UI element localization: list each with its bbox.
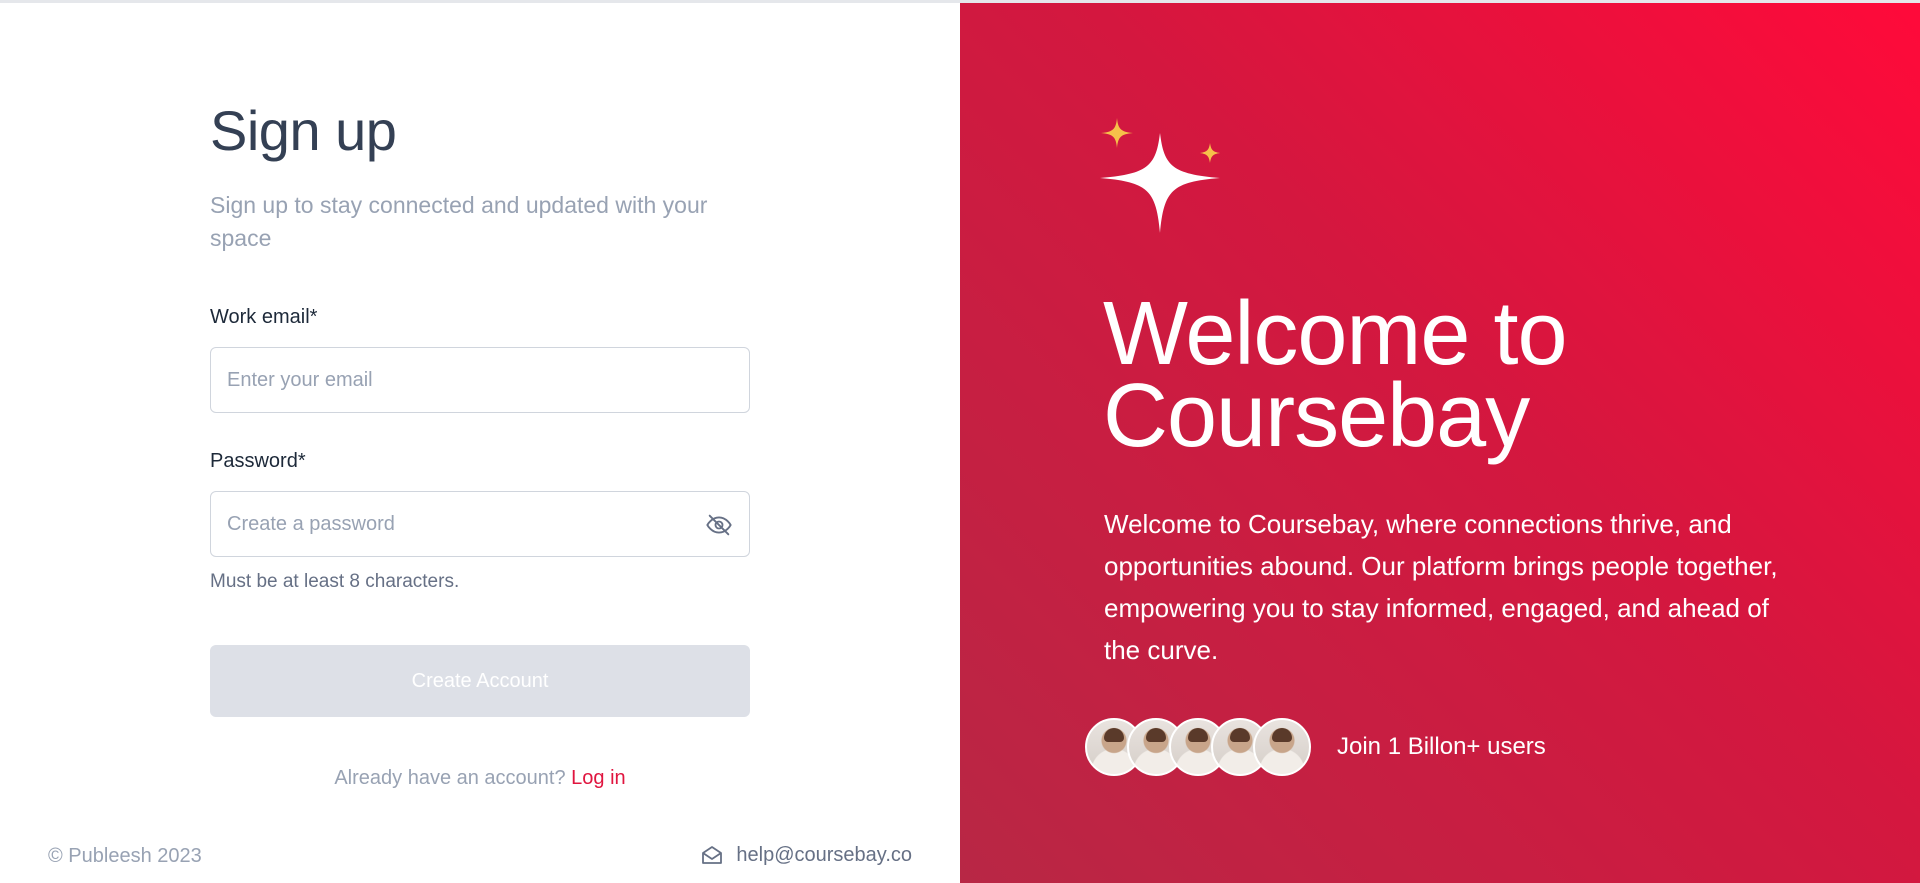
email-field-wrapper <box>210 347 750 413</box>
copyright-text: © Publeesh 2023 <box>48 845 202 867</box>
eye-off-icon[interactable] <box>705 511 733 539</box>
login-prompt-text: Already have an account? <box>334 767 566 789</box>
avatar-group <box>1085 718 1311 776</box>
password-field-wrapper <box>210 491 750 557</box>
hero-description: Welcome to Coursebay, where connections … <box>1104 509 1778 665</box>
login-prompt: Already have an account? Log in <box>210 767 750 790</box>
email-label: Work email* <box>210 306 318 328</box>
login-link[interactable]: Log in <box>571 767 626 789</box>
help-email-text[interactable]: help@coursebay.co <box>736 844 912 867</box>
password-hint: Must be at least 8 characters. <box>210 571 460 592</box>
page-title: Sign up <box>210 99 397 162</box>
signup-form: Sign up Sign up to stay connected and up… <box>210 103 750 790</box>
page-subtitle: Sign up to stay connected and updated wi… <box>210 192 708 251</box>
mail-icon <box>700 843 724 867</box>
help-email[interactable]: help@coursebay.co <box>700 843 912 867</box>
user-count-row: Join 1 Billon+ users <box>1085 718 1546 776</box>
create-account-button[interactable]: Create Account <box>210 645 750 717</box>
signup-panel: Sign up Sign up to stay connected and up… <box>0 3 960 883</box>
avatar <box>1253 718 1311 776</box>
password-field[interactable] <box>211 492 749 556</box>
email-field[interactable] <box>211 348 749 412</box>
hero-heading: Welcome to Coursebay <box>1103 284 1568 466</box>
users-count-text: Join 1 Billon+ users <box>1337 733 1546 760</box>
hero-panel: Welcome to Coursebay Welcome to Courseba… <box>960 3 1920 883</box>
sparkle-icon <box>1100 118 1220 233</box>
password-label: Password* <box>210 450 306 472</box>
